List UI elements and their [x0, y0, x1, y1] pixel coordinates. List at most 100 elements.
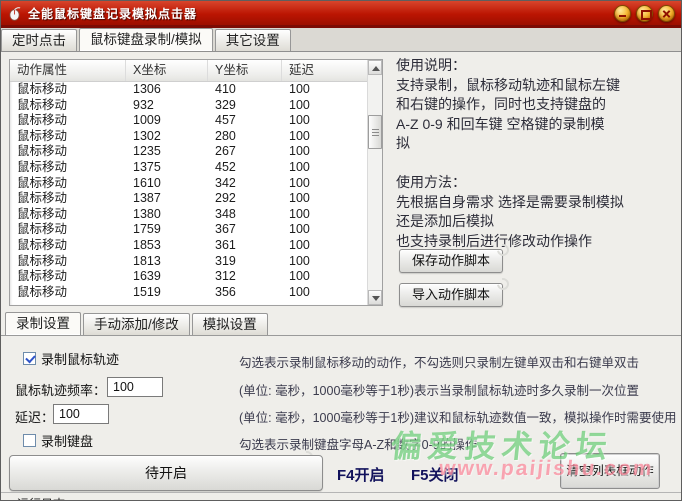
table-cell: 鼠标移动: [10, 222, 126, 238]
record-keyboard-label: 录制键盘: [41, 431, 93, 450]
table-cell: 319: [208, 254, 282, 270]
table-cell: 1387: [126, 191, 208, 207]
table-row[interactable]: 鼠标移动1639312100: [10, 269, 367, 285]
column-header-action[interactable]: 动作属性: [10, 60, 126, 81]
table-cell: 1813: [126, 254, 208, 270]
table-row[interactable]: 鼠标移动1610342100: [10, 176, 367, 192]
table-row[interactable]: 鼠标移动1519356100: [10, 285, 367, 301]
table-cell: 1519: [126, 285, 208, 301]
list-scrollbar[interactable]: [367, 60, 382, 305]
table-cell: 鼠标移动: [10, 129, 126, 145]
table-cell: 1639: [126, 269, 208, 285]
table-cell: 361: [208, 238, 282, 254]
table-cell: 100: [282, 222, 367, 238]
table-row[interactable]: 鼠标移动1235267100: [10, 144, 367, 160]
record-track-checkbox[interactable]: [23, 352, 36, 365]
table-cell: 329: [208, 98, 282, 114]
table-cell: 鼠标移动: [10, 82, 126, 98]
status-button[interactable]: 待开启: [9, 455, 323, 491]
record-keyboard-row: 录制键盘: [23, 431, 93, 450]
table-cell: 280: [208, 129, 282, 145]
import-script-button[interactable]: 导入动作脚本: [399, 283, 503, 307]
column-header-x[interactable]: X坐标: [126, 60, 208, 81]
record-track-hint: 勾选表示录制鼠标移动的动作，不勾选则只录制左键单双击和右键单双击: [239, 352, 639, 371]
table-cell: 457: [208, 113, 282, 129]
table-row[interactable]: 鼠标移动932329100: [10, 98, 367, 114]
scrollbar-thumb[interactable]: [368, 115, 382, 149]
delay-hint: (单位: 毫秒，1000毫秒等于1秒)建议和鼠标轨迹数值一致，模拟操作时需要使用: [239, 407, 677, 426]
table-cell: 鼠标移动: [10, 269, 126, 285]
table-cell: 100: [282, 191, 367, 207]
record-keyboard-checkbox[interactable]: [23, 434, 36, 447]
window-controls: [614, 5, 675, 22]
app-window: 全能鼠标键盘记录模拟点击器 定时点击 鼠标键盘录制/模拟 其它设置 动作属性 X…: [0, 0, 682, 501]
clear-list-button[interactable]: 清空列表框动作: [560, 453, 660, 489]
table-cell: 367: [208, 222, 282, 238]
tab-record-settings[interactable]: 录制设置: [5, 312, 81, 335]
table-cell: 100: [282, 238, 367, 254]
tab-other-settings[interactable]: 其它设置: [215, 29, 291, 51]
table-row[interactable]: 鼠标移动1759367100: [10, 222, 367, 238]
record-track-label: 录制鼠标轨迹: [41, 349, 119, 368]
table-row[interactable]: 鼠标移动1009457100: [10, 113, 367, 129]
table-cell: 鼠标移动: [10, 144, 126, 160]
table-cell: 鼠标移动: [10, 176, 126, 192]
settings-tab-strip: 录制设置 手动添加/修改 模拟设置: [1, 312, 681, 336]
table-cell: 292: [208, 191, 282, 207]
hotkey-start-label: F4开启: [337, 464, 385, 485]
table-cell: 1306: [126, 82, 208, 98]
table-cell: 1375: [126, 160, 208, 176]
table-row[interactable]: 鼠标移动1387292100: [10, 191, 367, 207]
table-row[interactable]: 鼠标移动1813319100: [10, 254, 367, 270]
scroll-down-icon[interactable]: [368, 290, 382, 305]
maximize-icon[interactable]: [636, 5, 653, 22]
tab-simulate-settings[interactable]: 模拟设置: [192, 313, 268, 335]
table-cell: 100: [282, 207, 367, 223]
table-cell: 452: [208, 160, 282, 176]
table-row[interactable]: 鼠标移动1375452100: [10, 160, 367, 176]
scroll-up-icon[interactable]: [368, 60, 382, 75]
tab-manual-edit[interactable]: 手动添加/修改: [83, 313, 190, 335]
table-cell: 1302: [126, 129, 208, 145]
app-icon: [7, 6, 22, 21]
table-cell: 100: [282, 160, 367, 176]
table-cell: 100: [282, 98, 367, 114]
track-frequency-label: 鼠标轨迹频率：: [15, 380, 106, 399]
table-body: 鼠标移动1306410100鼠标移动932329100鼠标移动100945710…: [10, 82, 367, 305]
table-row[interactable]: 鼠标移动1302280100: [10, 129, 367, 145]
table-cell: 100: [282, 129, 367, 145]
tab-record-simulate[interactable]: 鼠标键盘录制/模拟: [79, 28, 213, 51]
track-frequency-input[interactable]: [107, 377, 163, 397]
table-cell: 348: [208, 207, 282, 223]
table-row[interactable]: 鼠标移动1380348100: [10, 207, 367, 223]
table-cell: 356: [208, 285, 282, 301]
table-cell: 100: [282, 113, 367, 129]
window-title: 全能鼠标键盘记录模拟点击器: [28, 5, 197, 22]
delay-input[interactable]: [53, 404, 109, 424]
table-cell: 鼠标移动: [10, 191, 126, 207]
table-cell: 1610: [126, 176, 208, 192]
instructions-text: 使用说明： 支持录制，鼠标移动轨迹和鼠标左键 和右键的操作，同时也支持键盘的 A…: [396, 56, 678, 251]
close-icon[interactable]: [658, 5, 675, 22]
table-row[interactable]: 鼠标移动1853361100: [10, 238, 367, 254]
main-tab-strip: 定时点击 鼠标键盘录制/模拟 其它设置: [1, 28, 681, 51]
hotkey-stop-label: F5关闭: [411, 464, 459, 485]
table-cell: 100: [282, 269, 367, 285]
table-cell: 100: [282, 254, 367, 270]
table-cell: 100: [282, 285, 367, 301]
footer-divider: [1, 492, 681, 493]
column-header-delay[interactable]: 延迟: [282, 60, 367, 81]
track-frequency-hint: (单位: 毫秒，1000毫秒等于1秒)表示当录制鼠标轨迹时多久录制一次位置: [239, 380, 639, 399]
minimize-icon[interactable]: [614, 5, 631, 22]
column-header-y[interactable]: Y坐标: [208, 60, 282, 81]
table-cell: 1235: [126, 144, 208, 160]
save-script-button[interactable]: 保存动作脚本: [399, 249, 503, 273]
tab-timed-click[interactable]: 定时点击: [1, 29, 77, 51]
table-cell: 342: [208, 176, 282, 192]
title-bar[interactable]: 全能鼠标键盘记录模拟点击器: [1, 1, 681, 25]
tab-page-divider: [1, 51, 681, 52]
action-list: 动作属性 X坐标 Y坐标 延迟 鼠标移动1306410100鼠标移动932329…: [9, 59, 383, 306]
table-cell: 312: [208, 269, 282, 285]
table-row[interactable]: 鼠标移动1306410100: [10, 82, 367, 98]
table-cell: 鼠标移动: [10, 285, 126, 301]
